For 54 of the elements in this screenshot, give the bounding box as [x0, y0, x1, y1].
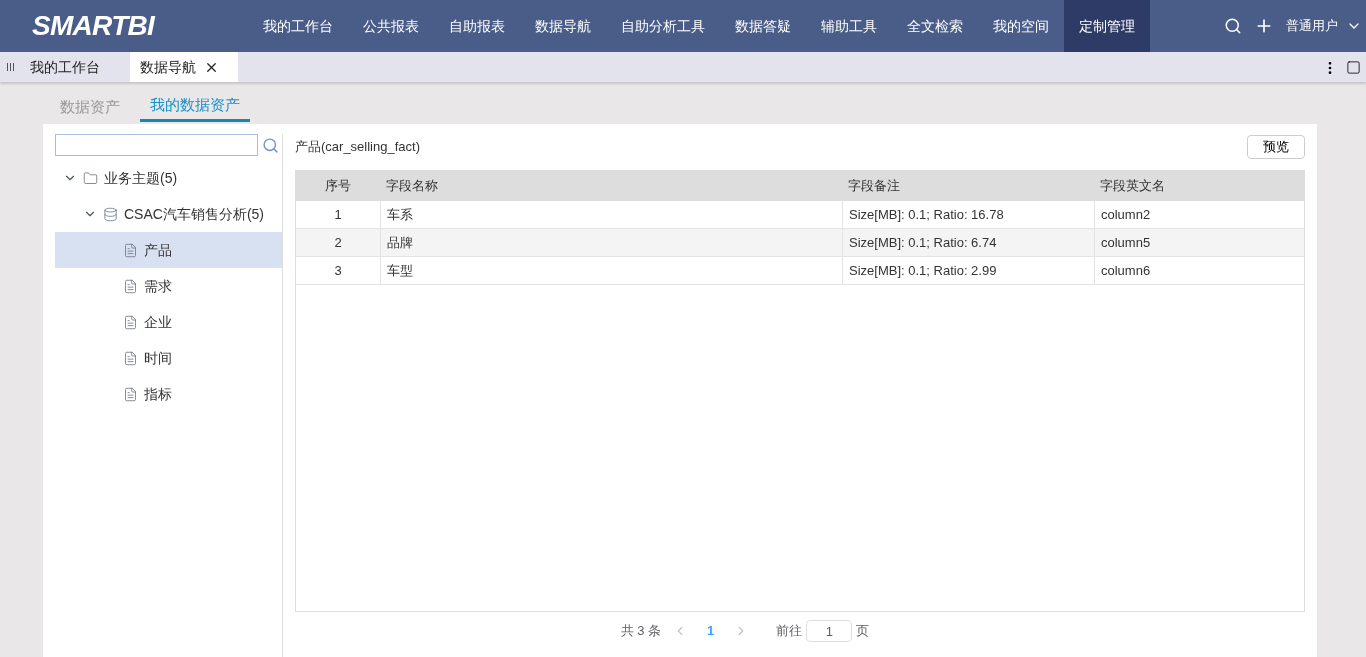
logo: SMARTBI — [31, 9, 157, 43]
tree-item[interactable]: 时间 — [55, 340, 282, 376]
table-cell: 品牌 — [380, 229, 842, 256]
table-cell-text: 3 — [333, 261, 343, 280]
table-cell: 车型 — [380, 257, 842, 284]
table-cell: column2 — [1094, 201, 1304, 228]
tree-item[interactable]: 业务主题(5) — [55, 160, 282, 196]
nav-tab[interactable]: 自助报表 — [434, 0, 520, 52]
nav-tab[interactable]: 数据答疑 — [720, 0, 806, 52]
nav-tab[interactable]: 定制管理 — [1064, 0, 1150, 52]
tree-item[interactable]: 指标 — [55, 376, 282, 412]
column-header: 字段备注 — [847, 177, 901, 196]
table-cell-text: 2 — [333, 233, 343, 252]
page-suffix: 页 — [856, 622, 870, 641]
preview-button[interactable]: 预览 — [1247, 135, 1305, 159]
tree-item[interactable]: 产品 — [55, 232, 282, 268]
goto-label: 前往 — [776, 622, 803, 641]
document-icon — [123, 278, 138, 294]
nav-tab[interactable]: 数据导航 — [520, 0, 606, 52]
total-count: 共 3 条 — [620, 622, 662, 641]
tree-item[interactable]: CSAC汽车销售分析(5) — [55, 196, 282, 232]
table-cell: Size[MB]: 0.1; Ratio: 6.74 — [842, 229, 1094, 256]
document-icon — [123, 386, 138, 402]
tree-item[interactable]: 需求 — [55, 268, 282, 304]
nav-tab[interactable]: 全文检索 — [892, 0, 978, 52]
column-header: 字段名称 — [385, 177, 439, 196]
nav-tab[interactable]: 自助分析工具 — [606, 0, 720, 52]
column-header: 序号 — [324, 177, 352, 196]
nav-tab[interactable]: 辅助工具 — [806, 0, 892, 52]
table-cell: column6 — [1094, 257, 1304, 284]
page-input[interactable]: 1 — [806, 620, 853, 642]
table-cell: Size[MB]: 0.1; Ratio: 2.99 — [842, 257, 1094, 284]
nav-tab[interactable]: 我的工作台 — [248, 0, 348, 52]
search-icon[interactable] — [1224, 17, 1242, 35]
page-tab[interactable]: 我的工作台 — [20, 52, 128, 82]
folder-icon — [83, 170, 98, 186]
detail-title: 产品(car_selling_fact) — [295, 138, 420, 157]
table-cell: column5 — [1094, 229, 1304, 256]
table-cell: Size[MB]: 0.1; Ratio: 16.78 — [842, 201, 1094, 228]
nav-tab[interactable]: 我的空间 — [978, 0, 1064, 52]
document-icon — [123, 350, 138, 366]
table-cell-text: 1 — [333, 205, 343, 224]
tree-item[interactable]: 企业 — [55, 304, 282, 340]
maximize-icon[interactable] — [1346, 60, 1361, 75]
column-header: 字段英文名 — [1099, 177, 1166, 196]
page-tab[interactable]: 数据导航 — [130, 52, 238, 82]
nav-tab[interactable]: 公共报表 — [348, 0, 434, 52]
document-icon — [123, 314, 138, 330]
search-field[interactable] — [55, 134, 258, 156]
table-cell: 车系 — [380, 201, 842, 228]
search-icon[interactable] — [262, 136, 279, 154]
user-menu[interactable]: 普通用户 — [1286, 16, 1338, 36]
document-icon — [123, 242, 138, 258]
database-icon — [103, 206, 118, 222]
